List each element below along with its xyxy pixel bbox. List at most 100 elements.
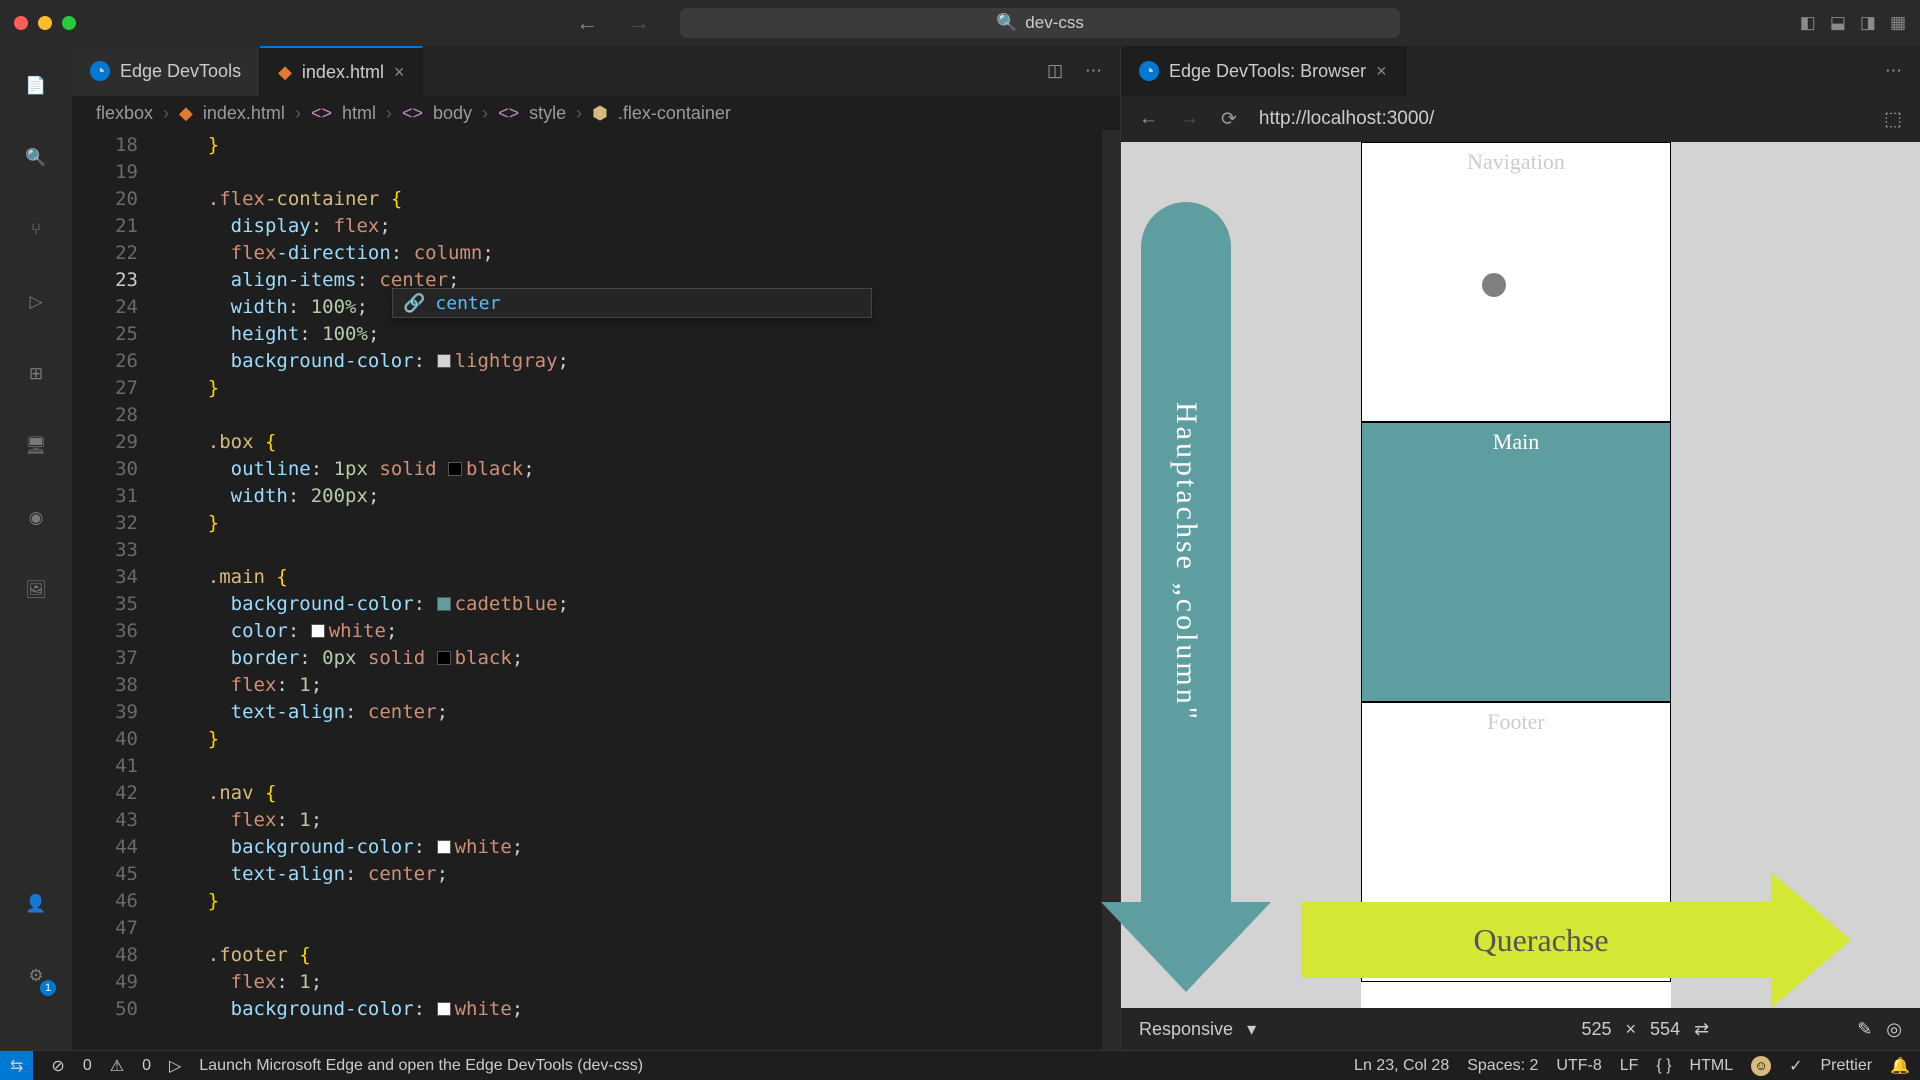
settings-gear-icon[interactable]: ⚙ (20, 960, 52, 992)
title-bar: ← → 🔍 dev-css ◧ ⬓ ◨ ▦ (0, 0, 1920, 46)
panel-bottom-icon[interactable]: ⬓ (1830, 13, 1846, 33)
layout-controls: ◧ ⬓ ◨ ▦ (1800, 13, 1906, 33)
editor-group-left: ◔ Edge DevTools ◆ index.html × ◫ ⋯ flexb… (72, 46, 1120, 1050)
status-bar: ⇆ ⊘ 0 ⚠ 0 ▷ Launch Microsoft Edge and op… (0, 1050, 1920, 1080)
rotate-icon[interactable]: ⇄ (1694, 1019, 1709, 1040)
code-content[interactable]: } .flex-container { display: flex; flex-… (162, 130, 1102, 1050)
crumb-selector[interactable]: .flex-container (618, 103, 731, 124)
line-gutter: 1819202122232425262728293031323334353637… (72, 130, 162, 1050)
split-editor-icon[interactable]: ◫ (1047, 61, 1063, 81)
remote-indicator[interactable]: ⇆ (0, 1051, 33, 1080)
edge-icon[interactable]: ◉ (20, 502, 52, 534)
remote-icon[interactable]: 🖥 (20, 430, 52, 462)
tab-label: Edge DevTools: Browser (1169, 61, 1366, 82)
code-editor[interactable]: 1819202122232425262728293031323334353637… (72, 130, 1120, 1050)
cross-axis-label: Querachse (1473, 922, 1608, 959)
nav-back-icon[interactable]: ← (576, 10, 598, 36)
viewport-width[interactable]: 525 (1581, 1019, 1611, 1040)
value-icon: 🔗 (403, 293, 425, 314)
times-icon: × (1626, 1019, 1637, 1040)
footer-label: Footer (1487, 709, 1544, 734)
warning-count: 0 (142, 1057, 151, 1075)
panel-right-icon[interactable]: ◨ (1860, 13, 1876, 33)
bracket-icon[interactable]: { } (1656, 1057, 1671, 1075)
close-window-icon[interactable] (14, 16, 28, 30)
explorer-icon[interactable]: 📄 (20, 70, 52, 102)
image-icon[interactable]: 🖼 (20, 574, 52, 606)
edit-icon[interactable]: ✎ (1857, 1019, 1872, 1040)
search-icon: 🔍 (996, 13, 1017, 33)
intellisense-popup[interactable]: 🔗 center (392, 288, 872, 318)
main-axis-label: Hauptachse „column" (1169, 402, 1203, 722)
editor-tab-bar: ◔ Edge DevTools ◆ index.html × ◫ ⋯ (72, 46, 1120, 96)
browser-back-icon[interactable]: ← (1139, 108, 1158, 130)
tag-icon: <> (402, 103, 423, 124)
activity-bar: 📄 🔍 ⑂ ▷ ⊞ 🖥 ◉ 🖼 👤 ⚙ (0, 46, 72, 1050)
language-mode[interactable]: HTML (1690, 1057, 1734, 1075)
minimize-window-icon[interactable] (38, 16, 52, 30)
tag-icon: <> (311, 103, 332, 124)
browser-forward-icon[interactable]: → (1180, 108, 1199, 130)
crumb-html[interactable]: html (342, 103, 376, 124)
more-actions-icon[interactable]: ⋯ (1085, 61, 1102, 81)
close-tab-icon[interactable]: × (394, 62, 405, 83)
project-name: dev-css (1025, 13, 1084, 33)
tab-label: Edge DevTools (120, 61, 241, 82)
preview-nav-box: Navigation (1361, 142, 1671, 422)
eol[interactable]: LF (1620, 1057, 1639, 1075)
browser-toolbar: ← → ⟳ http://localhost:3000/ ⬚ (1121, 96, 1920, 142)
crumb-folder[interactable]: flexbox (96, 103, 153, 124)
html-file-icon: ◆ (179, 103, 193, 124)
browser-status-bar: Responsive ▾ 525 × 554 ⇄ ✎ ◎ (1121, 1008, 1920, 1050)
source-control-icon[interactable]: ⑂ (20, 214, 52, 246)
prettier-status[interactable]: Prettier (1821, 1057, 1873, 1075)
address-bar[interactable]: http://localhost:3000/ (1259, 108, 1434, 130)
flex-container-preview: Navigation Main Footer (1361, 142, 1671, 1008)
account-icon[interactable]: 👤 (20, 888, 52, 920)
tab-edge-devtools[interactable]: ◔ Edge DevTools (72, 46, 260, 96)
inspect-icon[interactable]: ⬚ (1884, 108, 1902, 131)
command-center[interactable]: 🔍 dev-css (680, 8, 1400, 38)
tab-label: index.html (302, 62, 384, 83)
main-axis-arrow: Hauptachse „column" (1141, 202, 1231, 922)
reload-icon[interactable]: ⟳ (1221, 108, 1237, 131)
layout-grid-icon[interactable]: ▦ (1890, 13, 1906, 33)
debug-launch-icon[interactable]: ▷ (169, 1056, 181, 1076)
preview-main-box: Main (1361, 422, 1671, 702)
errors-icon[interactable]: ⊘ (51, 1056, 64, 1076)
extensions-icon[interactable]: ⊞ (20, 358, 52, 390)
browser-viewport[interactable]: Hauptachse „column" Navigation Main Foot… (1121, 142, 1920, 1008)
crumb-file[interactable]: index.html (203, 103, 285, 124)
bell-icon[interactable]: 🔔 (1890, 1056, 1910, 1076)
close-tab-icon[interactable]: × (1376, 61, 1387, 82)
tab-index-html[interactable]: ◆ index.html × (260, 46, 423, 96)
target-icon[interactable]: ◎ (1886, 1019, 1902, 1040)
nav-label: Navigation (1467, 149, 1565, 174)
indent-setting[interactable]: Spaces: 2 (1467, 1057, 1538, 1075)
crumb-body[interactable]: body (433, 103, 472, 124)
cursor-position[interactable]: Ln 23, Col 28 (1354, 1057, 1449, 1075)
html-file-icon: ◆ (278, 62, 292, 83)
edge-file-icon: ◔ (90, 61, 110, 81)
suggestion-text: center (435, 293, 500, 314)
nav-forward-icon[interactable]: → (628, 10, 650, 36)
main-label: Main (1493, 429, 1539, 454)
tab-browser[interactable]: ◔ Edge DevTools: Browser × (1121, 46, 1406, 96)
search-activity-icon[interactable]: 🔍 (20, 142, 52, 174)
more-actions-icon[interactable]: ⋯ (1885, 61, 1902, 81)
warnings-icon[interactable]: ⚠ (110, 1056, 124, 1076)
browser-tab-bar: ◔ Edge DevTools: Browser × ⋯ (1121, 46, 1920, 96)
device-select[interactable]: Responsive (1139, 1019, 1233, 1040)
run-debug-icon[interactable]: ▷ (20, 286, 52, 318)
selector-icon: ⬢ (592, 103, 608, 124)
encoding[interactable]: UTF-8 (1556, 1057, 1601, 1075)
crumb-style[interactable]: style (529, 103, 566, 124)
chevron-down-icon[interactable]: ▾ (1247, 1019, 1256, 1040)
maximize-window-icon[interactable] (62, 16, 76, 30)
smiley-icon[interactable]: ☺ (1751, 1056, 1771, 1076)
breadcrumb[interactable]: flexbox› ◆ index.html› <> html› <> body›… (72, 96, 1120, 130)
viewport-height[interactable]: 554 (1650, 1019, 1680, 1040)
launch-message[interactable]: Launch Microsoft Edge and open the Edge … (199, 1057, 643, 1075)
panel-left-icon[interactable]: ◧ (1800, 13, 1816, 33)
prettier-check-icon: ✓ (1789, 1056, 1802, 1076)
